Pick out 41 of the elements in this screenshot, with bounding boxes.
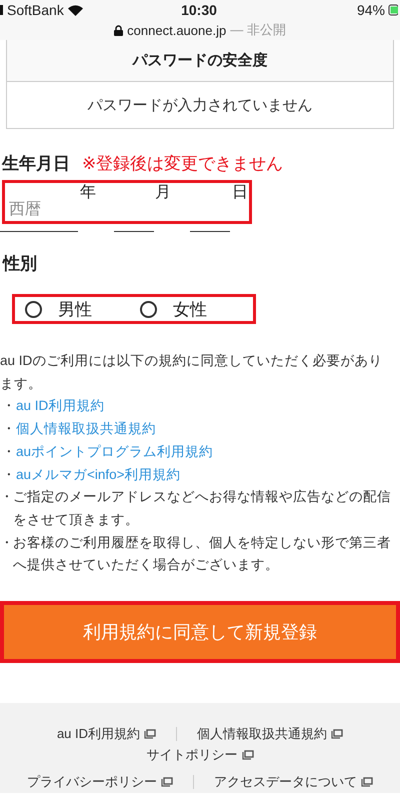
- date-unit: 月: [155, 182, 171, 203]
- privacy-note: — 非公開: [230, 21, 286, 39]
- signal-icon: [0, 5, 3, 15]
- radio-button[interactable]: [140, 300, 157, 318]
- gender-label: 性別: [1, 253, 38, 276]
- terms-intro: au IDのご利用には以下の規約に同意していただく必要があります。: [0, 352, 384, 393]
- date-field[interactable]: 西暦: [0, 188, 78, 232]
- bullet-mark: ・: [0, 488, 13, 506]
- battery-percent: 94%: [356, 2, 386, 18]
- date-unit: 日: [232, 182, 248, 203]
- footer-link[interactable]: プライバシーポリシー: [27, 772, 173, 791]
- bullet-mark: ・: [2, 466, 16, 484]
- bullet-mark: ・: [2, 397, 16, 416]
- wifi-icon: [68, 4, 83, 16]
- battery-icon: [388, 4, 398, 16]
- footer-link[interactable]: au ID利用規約: [56, 724, 156, 743]
- carrier-name: SoftBank: [7, 2, 64, 18]
- external-link-icon: [361, 776, 373, 787]
- external-link-icon: [331, 728, 344, 739]
- bullet-mark: ・: [2, 420, 16, 438]
- warning-text: ※登録後は変更できません: [82, 152, 284, 174]
- url-domain: connect.auone.jp: [127, 22, 226, 38]
- external-link-icon: [144, 728, 156, 739]
- birthdate-label: 生年月日: [2, 152, 70, 174]
- strength-header: パスワードの安全度: [7, 40, 393, 82]
- terms-note: お客様のご利用履歴を取得し、個人を特定しない形で第三者へ提供させていただく場合がございます。: [13, 534, 392, 574]
- lock-icon: [114, 24, 124, 36]
- strength-message: パスワードが入力されていません: [86, 94, 314, 116]
- radio-label: 男性: [58, 298, 92, 320]
- bullet-mark: ・: [0, 534, 13, 552]
- external-link-icon: [161, 776, 173, 787]
- external-link-icon: [242, 750, 254, 760]
- footer-link[interactable]: アクセスデータについて: [214, 772, 373, 791]
- date-unit: 年: [80, 182, 96, 203]
- clock-time: 10:30: [180, 2, 218, 18]
- footer-link[interactable]: 個人情報取扱共通規約: [197, 724, 344, 743]
- radio-label: 女性: [173, 298, 207, 320]
- bullet-mark: ・: [2, 442, 16, 461]
- radio-button[interactable]: [25, 300, 42, 318]
- terms-note: ご指定のメールアドレスなどへお得な情報や広告などの配信をさせて頂きます。: [13, 488, 392, 529]
- footer-link[interactable]: サイトポリシー: [146, 746, 254, 764]
